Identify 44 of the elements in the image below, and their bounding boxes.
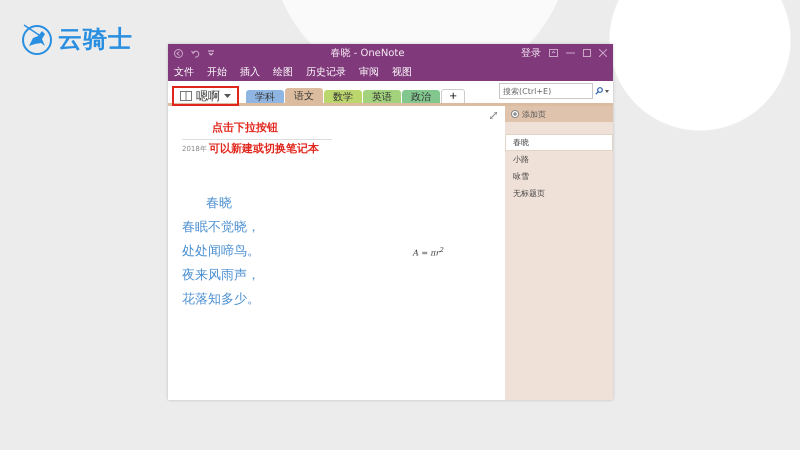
menu-item[interactable]: 历史记录	[306, 64, 346, 78]
poem-line: 花落知多少。	[182, 291, 260, 308]
add-page-button[interactable]: 添加页	[505, 106, 613, 122]
section-tab[interactable]: 英语	[363, 90, 401, 103]
search-field[interactable]: 搜索(Ctrl+E)	[499, 83, 593, 99]
annotation-text: 点击下拉按钮	[212, 120, 279, 135]
poem-title: 春晓	[206, 195, 233, 212]
caret-icon	[224, 94, 231, 98]
section-tab[interactable]: 语文	[285, 88, 323, 103]
page-item[interactable]: 咏雪	[505, 168, 613, 185]
add-section-tab[interactable]: +	[441, 89, 466, 103]
back-icon[interactable]	[174, 48, 183, 58]
menu-item[interactable]: 插入	[240, 64, 260, 78]
caret-icon[interactable]	[605, 90, 609, 92]
section-tab[interactable]: 学科	[246, 90, 284, 103]
poem-line: 处处闻啼鸟。	[182, 243, 260, 260]
undo-icon[interactable]	[191, 48, 200, 58]
plus-circle-icon	[511, 110, 519, 118]
logo-text: 云骑士	[58, 24, 133, 55]
page-item[interactable]: 无标题页	[505, 185, 613, 202]
menu-item[interactable]: 视图	[392, 64, 412, 78]
search-icon[interactable]	[595, 87, 603, 95]
customize-toolbar-icon[interactable]	[208, 50, 214, 56]
section-tab[interactable]: 政治	[402, 90, 440, 103]
poem-line: 春眠不觉晓，	[182, 219, 260, 236]
sign-in-link[interactable]: 登录	[521, 46, 541, 60]
section-tab[interactable]: 数学	[324, 90, 362, 103]
ribbon-display-icon[interactable]	[549, 49, 558, 57]
poem-line: 夜来风雨声，	[182, 267, 260, 284]
menu-item[interactable]: 绘图	[273, 64, 293, 78]
annotation-text: 可以新建或切换笔记本	[208, 141, 319, 156]
knight-logo-icon	[20, 22, 54, 56]
menu-item[interactable]: 审阅	[359, 64, 379, 78]
close-icon[interactable]	[599, 49, 607, 57]
math-formula: A = πr$^{2}$	[413, 246, 444, 258]
menu-item[interactable]: 开始	[207, 64, 227, 78]
page-item[interactable]: 春晓	[505, 134, 613, 151]
menu-item[interactable]: 文件	[174, 64, 194, 78]
maximize-icon[interactable]	[583, 49, 591, 57]
expand-icon[interactable]	[490, 112, 497, 119]
window-title: 春晓 - OneNote	[330, 46, 406, 60]
notebook-icon	[180, 91, 192, 101]
page-item[interactable]: 小路	[505, 151, 613, 168]
notebook-dropdown[interactable]: 嗯啊	[172, 86, 239, 106]
